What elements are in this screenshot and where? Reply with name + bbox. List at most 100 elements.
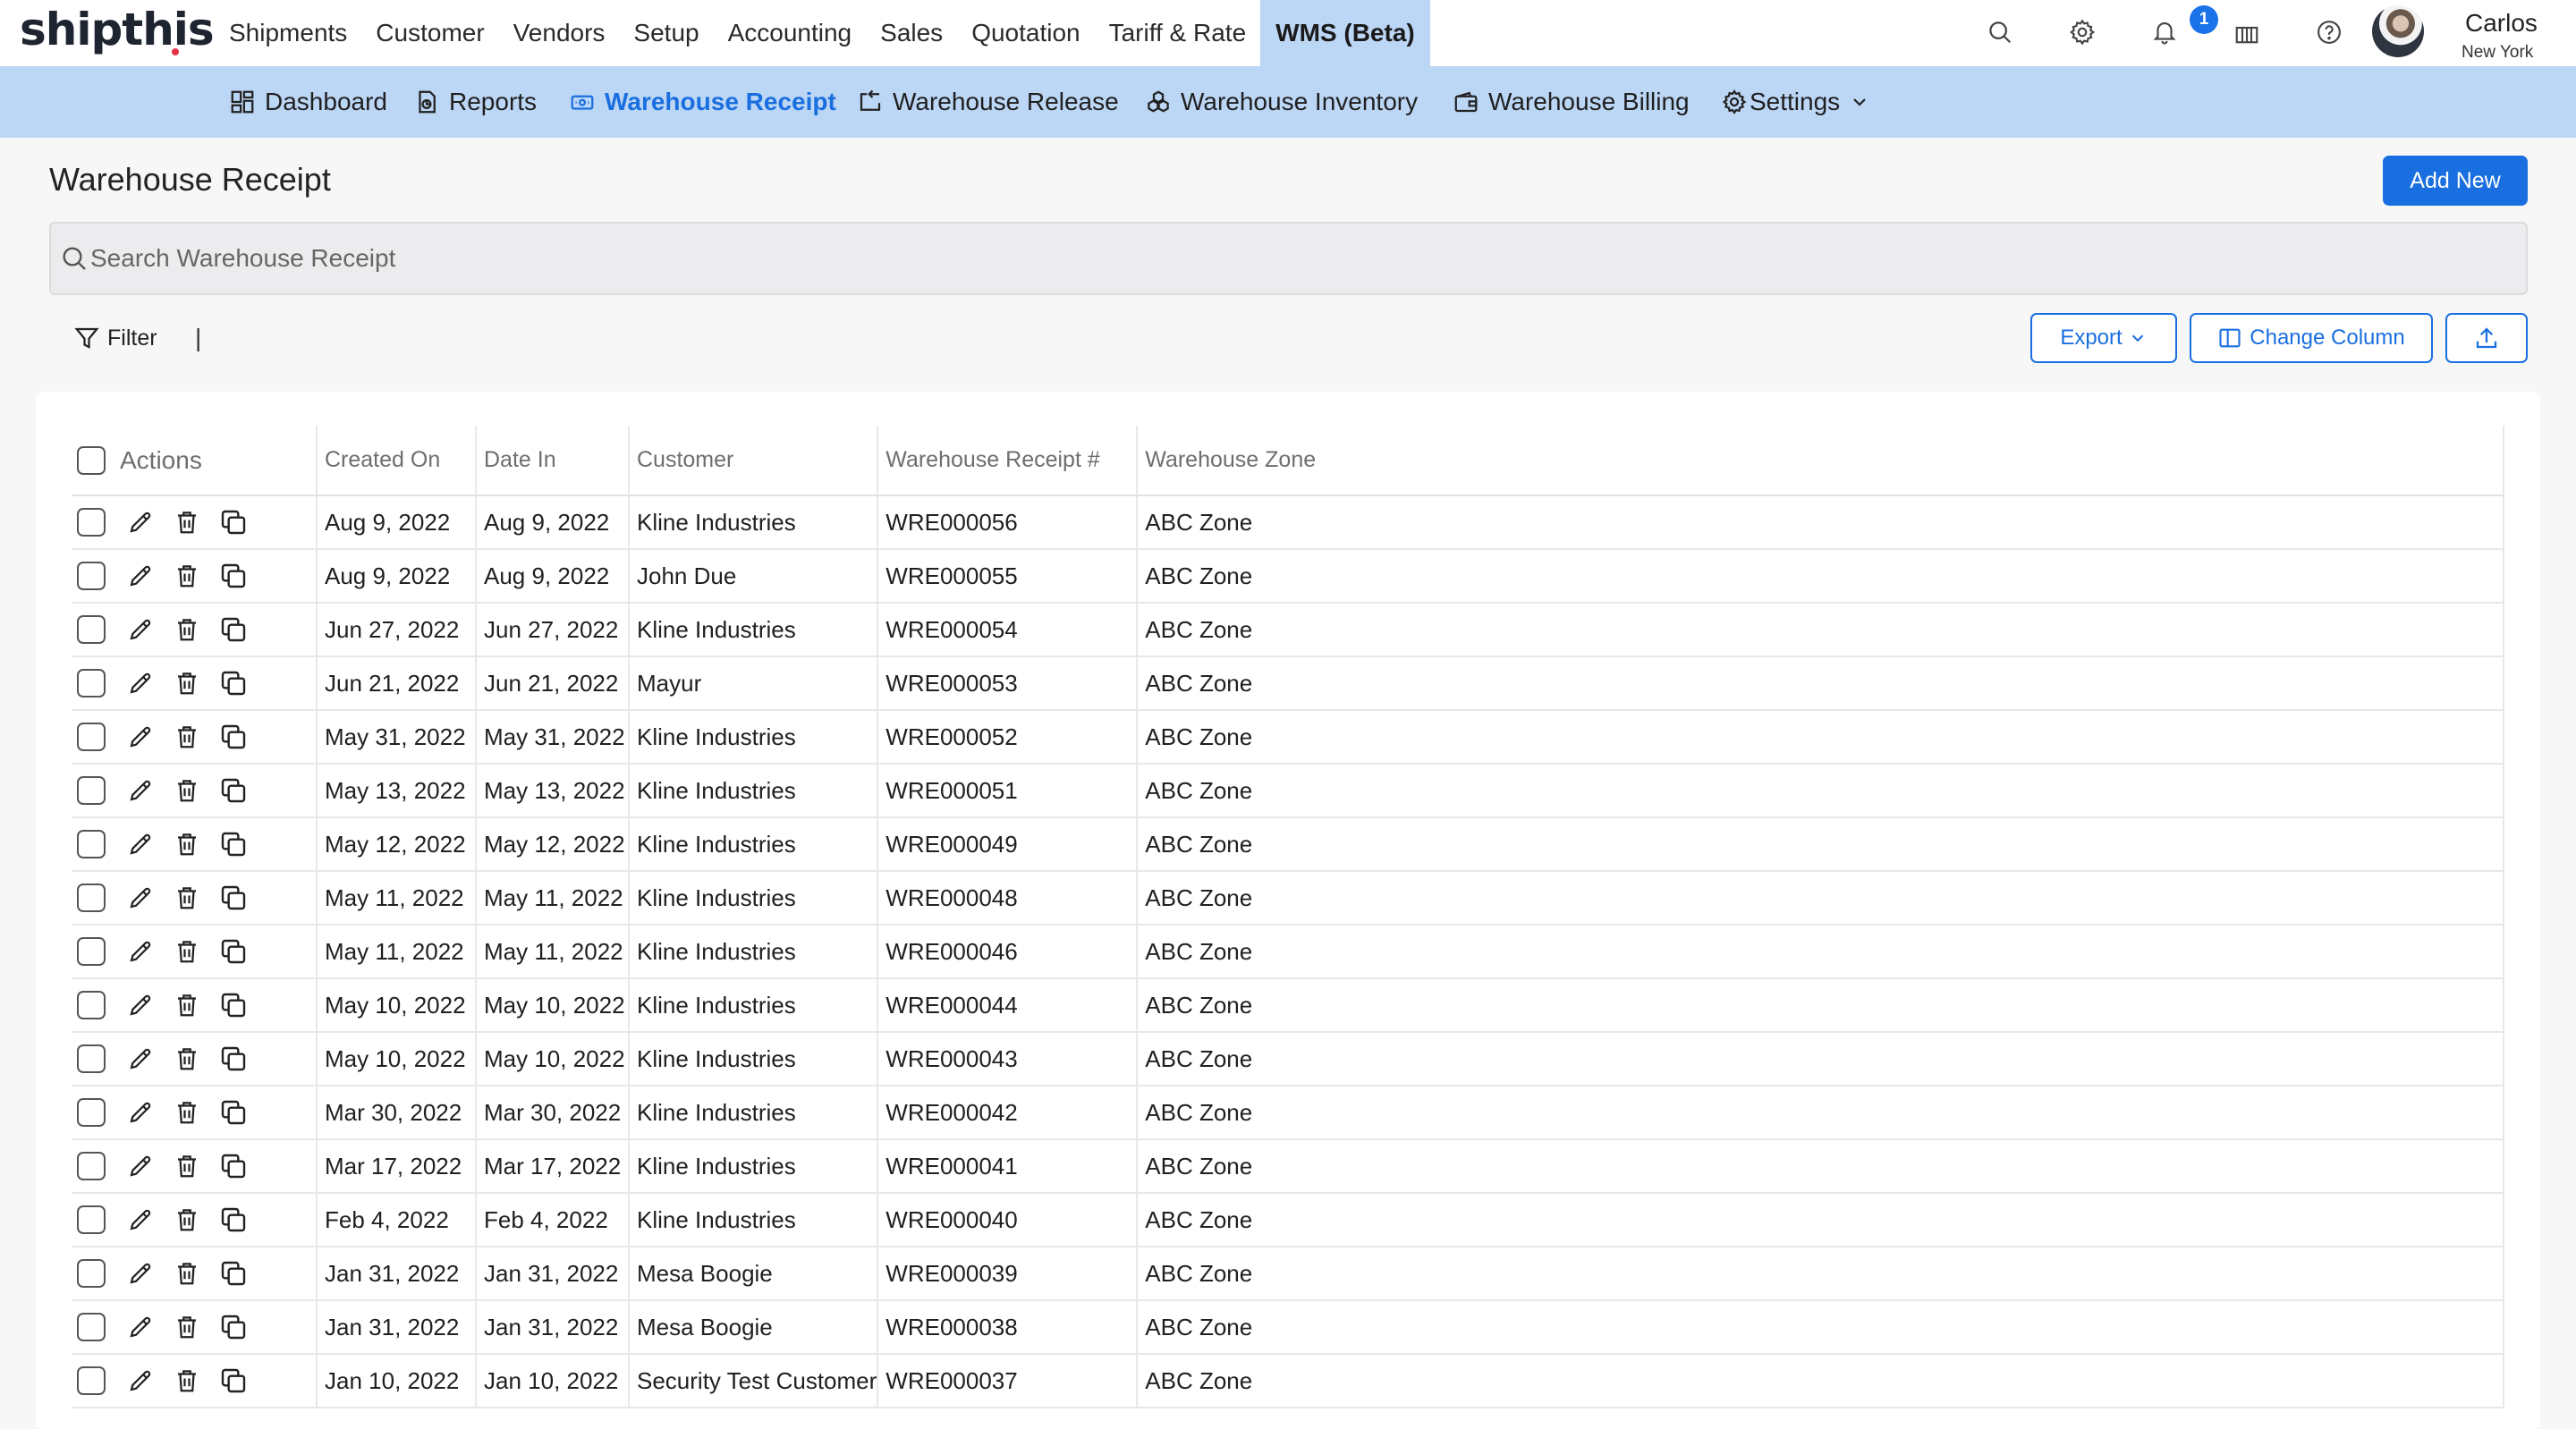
table-row[interactable]: May 11, 2022 May 11, 2022 Kline Industries… <box>72 871 2504 926</box>
row-checkbox[interactable] <box>77 1366 106 1395</box>
row-checkbox[interactable] <box>77 884 106 912</box>
table-row[interactable]: May 10, 2022 May 10, 2022 Kline Industries… <box>72 978 2504 1033</box>
add-new-button[interactable]: Add New <box>2383 156 2528 206</box>
cell-receipt-number[interactable]: WRE000054 <box>877 603 1139 657</box>
cell-receipt-number[interactable]: WRE000039 <box>877 1247 1139 1301</box>
nav-item-accounting[interactable]: Accounting <box>714 0 867 66</box>
table-row[interactable]: May 31, 2022 May 31, 2022 Kline Industries… <box>72 710 2504 765</box>
copy-icon[interactable] <box>218 1312 249 1342</box>
table-row[interactable]: Jun 27, 2022 Jun 27, 2022 Kline Industries… <box>72 603 2504 657</box>
table-row[interactable]: Jun 21, 2022 Jun 21, 2022 Mayur WRE000053 AB… <box>72 656 2504 711</box>
header-warehouse-zone[interactable]: Warehouse Zone <box>1137 426 2504 496</box>
table-row[interactable]: Feb 4, 2022 Feb 4, 2022 Kline Industries WR… <box>72 1193 2504 1247</box>
delete-icon[interactable] <box>172 668 202 698</box>
header-receipt-number[interactable]: Warehouse Receipt # <box>877 426 1139 496</box>
table-row[interactable]: Jan 10, 2022 Jan 10, 2022 Security Test Cu… <box>72 1354 2504 1408</box>
cell-receipt-number[interactable]: WRE000040 <box>877 1193 1139 1247</box>
copy-icon[interactable] <box>218 1205 249 1235</box>
edit-icon[interactable] <box>125 1205 156 1235</box>
table-row[interactable]: Jan 31, 2022 Jan 31, 2022 Mesa Boogie WRE00… <box>72 1300 2504 1355</box>
cell-receipt-number[interactable]: WRE000043 <box>877 1032 1139 1087</box>
header-customer[interactable]: Customer <box>629 426 879 496</box>
edit-icon[interactable] <box>125 1366 156 1396</box>
table-row[interactable]: May 12, 2022 May 12, 2022 Kline Industries… <box>72 817 2504 872</box>
delete-icon[interactable] <box>172 722 202 752</box>
delete-icon[interactable] <box>172 1151 202 1181</box>
delete-icon[interactable] <box>172 775 202 806</box>
subnav-warehouse-inventory[interactable]: Warehouse Inventory <box>1145 66 1418 138</box>
user-name[interactable]: Carlos <box>2465 9 2538 38</box>
gear-icon[interactable] <box>2066 16 2098 48</box>
edit-icon[interactable] <box>125 936 156 967</box>
avatar[interactable] <box>2372 5 2424 57</box>
delete-icon[interactable] <box>172 829 202 859</box>
table-row[interactable]: Aug 9, 2022 Aug 9, 2022 Kline Industries WR… <box>72 495 2504 550</box>
table-row[interactable]: Aug 9, 2022 Aug 9, 2022 John Due WRE000055 A… <box>72 549 2504 604</box>
table-row[interactable]: May 10, 2022 May 10, 2022 Kline Industries… <box>72 1032 2504 1087</box>
row-checkbox[interactable] <box>77 508 106 537</box>
filter-button[interactable]: Filter <box>73 322 157 354</box>
row-checkbox[interactable] <box>77 991 106 1019</box>
row-checkbox[interactable] <box>77 562 106 590</box>
edit-icon[interactable] <box>125 507 156 537</box>
bell-icon[interactable] <box>2148 16 2181 48</box>
select-all-checkbox[interactable] <box>77 445 106 475</box>
edit-icon[interactable] <box>125 775 156 806</box>
nav-item-wms-beta[interactable]: WMS (Beta) <box>1260 0 1430 66</box>
copy-icon[interactable] <box>218 829 249 859</box>
copy-icon[interactable] <box>218 614 249 645</box>
delete-icon[interactable] <box>172 1044 202 1074</box>
nav-item-quotation[interactable]: Quotation <box>957 0 1094 66</box>
delete-icon[interactable] <box>172 1312 202 1342</box>
table-row[interactable]: Mar 17, 2022 Mar 17, 2022 Kline Industries… <box>72 1139 2504 1194</box>
cell-receipt-number[interactable]: WRE000056 <box>877 495 1139 550</box>
row-checkbox[interactable] <box>77 1098 106 1127</box>
row-checkbox[interactable] <box>77 1152 106 1180</box>
copy-icon[interactable] <box>218 1258 249 1289</box>
row-checkbox[interactable] <box>77 937 106 966</box>
change-column-button[interactable]: Change Column <box>2190 313 2433 363</box>
cell-receipt-number[interactable]: WRE000048 <box>877 871 1139 926</box>
row-checkbox[interactable] <box>77 1205 106 1234</box>
cell-receipt-number[interactable]: WRE000049 <box>877 817 1139 872</box>
search-input[interactable] <box>90 244 2416 273</box>
delete-icon[interactable] <box>172 1258 202 1289</box>
table-row[interactable]: May 11, 2022 May 11, 2022 Kline Industries… <box>72 925 2504 979</box>
copy-icon[interactable] <box>218 561 249 591</box>
cell-receipt-number[interactable]: WRE000055 <box>877 549 1139 604</box>
gift-icon[interactable] <box>2231 16 2263 48</box>
nav-item-customer[interactable]: Customer <box>361 0 498 66</box>
edit-icon[interactable] <box>125 1151 156 1181</box>
delete-icon[interactable] <box>172 1366 202 1396</box>
delete-icon[interactable] <box>172 883 202 913</box>
delete-icon[interactable] <box>172 1097 202 1128</box>
table-row[interactable]: May 13, 2022 May 13, 2022 Kline Industries… <box>72 764 2504 818</box>
nav-item-shipments[interactable]: Shipments <box>215 0 361 66</box>
subnav-warehouse-receipt[interactable]: Warehouse Receipt <box>569 66 836 138</box>
row-checkbox[interactable] <box>77 776 106 805</box>
delete-icon[interactable] <box>172 936 202 967</box>
header-date-in[interactable]: Date In <box>476 426 630 496</box>
nav-item-vendors[interactable]: Vendors <box>499 0 620 66</box>
cell-receipt-number[interactable]: WRE000051 <box>877 764 1139 818</box>
table-row[interactable]: Jan 31, 2022 Jan 31, 2022 Mesa Boogie WRE00… <box>72 1247 2504 1301</box>
header-created-on[interactable]: Created On <box>317 426 477 496</box>
upload-button[interactable] <box>2445 313 2528 363</box>
nav-item-sales[interactable]: Sales <box>866 0 957 66</box>
row-checkbox[interactable] <box>77 1259 106 1288</box>
cell-receipt-number[interactable]: WRE000041 <box>877 1139 1139 1194</box>
copy-icon[interactable] <box>218 775 249 806</box>
cell-receipt-number[interactable]: WRE000052 <box>877 710 1139 765</box>
export-button[interactable]: Export <box>2030 313 2177 363</box>
cell-receipt-number[interactable]: WRE000053 <box>877 656 1139 711</box>
cell-receipt-number[interactable]: WRE000037 <box>877 1354 1139 1408</box>
edit-icon[interactable] <box>125 1044 156 1074</box>
subnav-reports[interactable]: Reports <box>413 66 537 138</box>
copy-icon[interactable] <box>218 990 249 1020</box>
copy-icon[interactable] <box>218 1097 249 1128</box>
edit-icon[interactable] <box>125 883 156 913</box>
row-checkbox[interactable] <box>77 1044 106 1073</box>
subnav-settings[interactable]: Settings <box>1721 66 1870 138</box>
delete-icon[interactable] <box>172 561 202 591</box>
subnav-warehouse-release[interactable]: Warehouse Release <box>857 66 1119 138</box>
